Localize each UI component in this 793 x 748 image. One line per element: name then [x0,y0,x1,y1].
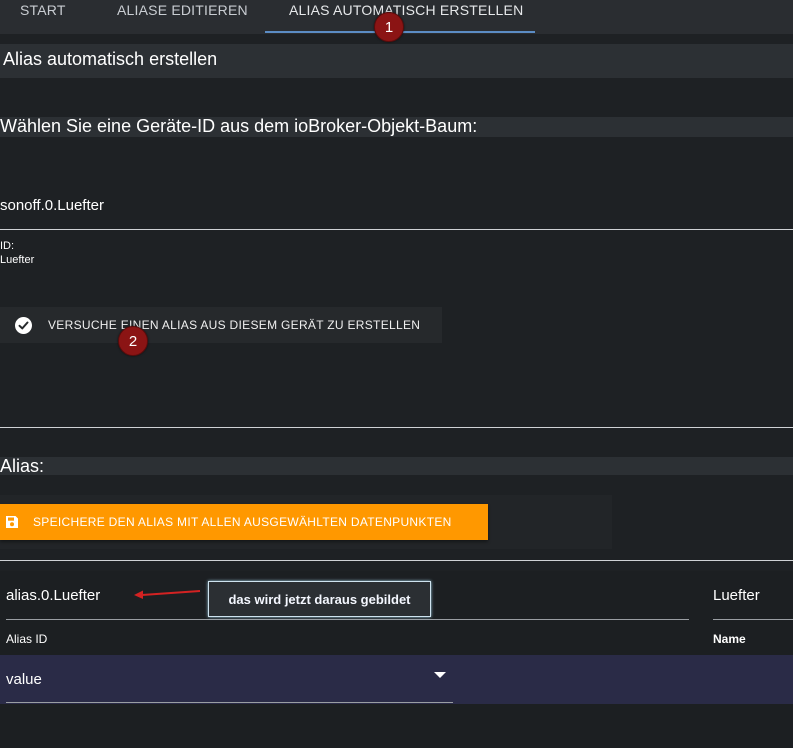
tab-alias-automatisch-erstellen[interactable]: ALIAS AUTOMATISCH ERSTELLEN [289,0,523,32]
chevron-down-icon[interactable] [434,666,446,684]
callout-text: das wird jetzt daraus gebildet [228,591,411,607]
divider [0,560,793,561]
alias-heading-bar [0,457,793,475]
annotation-marker-1: 1 [374,12,404,42]
divider [0,427,793,428]
page-title: Alias automatisch erstellen [3,49,218,69]
try-create-alias-button[interactable]: VERSUCHE EINEN ALIAS AUS DIESEM GERÄT ZU… [0,307,442,343]
name-label: Name [713,632,746,646]
alias-heading: Alias: [0,456,45,476]
state-select-underline [6,702,453,703]
select-heading: Wählen Sie eine Geräte-ID aus dem ioBrok… [0,116,478,136]
name-input[interactable]: Luefter [713,587,760,604]
floppy-disk-icon [5,515,19,529]
state-select[interactable]: value [6,671,42,688]
try-create-alias-label: VERSUCHE EINEN ALIAS AUS DIESEM GERÄT ZU… [48,318,421,332]
annotation-arrow [134,590,201,599]
id-label: ID: [0,240,15,252]
alias-id-underline [6,619,689,620]
check-circle-icon [15,316,32,334]
device-id-value[interactable]: sonoff.0.Luefter [0,197,104,214]
annotation-callout: das wird jetzt daraus gebildet [208,581,431,617]
save-alias-button[interactable]: SPEICHERE DEN ALIAS MIT ALLEN AUSGEWÄHLT… [0,504,488,540]
state-select-row [0,655,793,704]
name-underline [713,619,793,620]
divider [0,229,793,230]
alias-id-label: Alias ID [6,632,48,646]
annotation-marker-2: 2 [118,326,148,356]
alias-id-input[interactable]: alias.0.Luefter [6,587,100,604]
id-value: Luefter [0,254,35,266]
tab-aliase-editieren[interactable]: ALIASE EDITIEREN [117,0,248,32]
tab-start[interactable]: START [20,0,66,32]
save-alias-label: SPEICHERE DEN ALIAS MIT ALLEN AUSGEWÄHLT… [33,515,452,529]
